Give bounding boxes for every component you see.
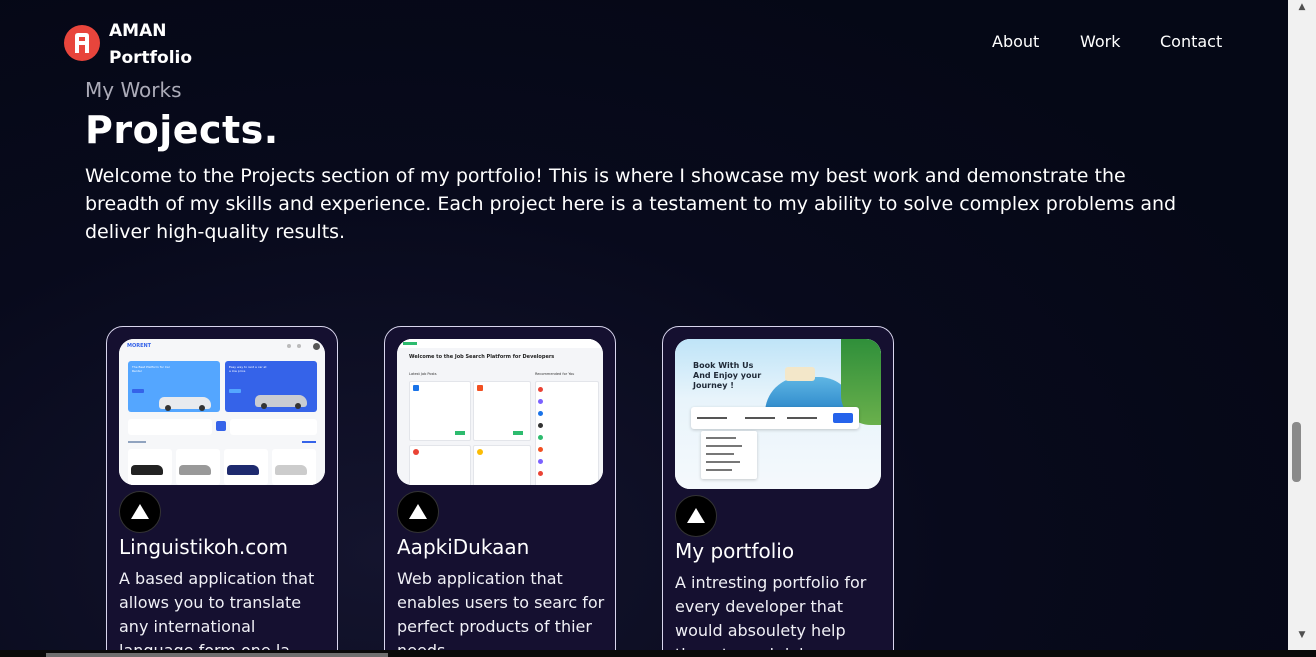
portfolio-page: AMAN Portfolio About Work Contact My Wor… (0, 0, 1288, 650)
project-title: AapkiDukaan (397, 535, 530, 559)
thumb-brand: MORENT (127, 343, 152, 349)
section-subtitle: My Works (85, 78, 182, 100)
nav-link-about[interactable]: About (992, 32, 1039, 51)
project-title: My portfolio (675, 539, 795, 563)
nav-link-contact[interactable]: Contact (1160, 32, 1222, 51)
project-thumbnail[interactable]: Welcome to the Job Search Platform for D… (397, 339, 603, 485)
thumb-right-label: Recommended for You (535, 372, 575, 376)
thumb-headline: Book With Us And Enjoy your Journey ! (693, 361, 762, 390)
github-triangle-icon[interactable] (119, 491, 161, 533)
logo-badge-icon[interactable] (64, 25, 100, 61)
github-triangle-icon[interactable] (397, 491, 439, 533)
horizontal-scrollbar-thumb[interactable] (46, 653, 388, 657)
project-thumbnail[interactable]: MORENT The Best Platform for Car Rental … (119, 339, 325, 485)
scrollbar-thumb[interactable] (1292, 422, 1301, 482)
project-title: Linguistikoh.com (119, 535, 288, 559)
scroll-up-arrow-icon[interactable]: ▲ (1288, 0, 1316, 14)
brand-line-1: AMAN (109, 21, 167, 41)
project-description: A based application that allows you to t… (119, 569, 315, 650)
nav-link-work[interactable]: Work (1080, 32, 1121, 51)
scroll-down-arrow-icon[interactable]: ▼ (1288, 628, 1316, 642)
thumb-heading: Welcome to the Job Search Platform for D… (409, 354, 555, 360)
project-card-linguistikoh[interactable]: MORENT The Best Platform for Car Rental … (106, 326, 338, 650)
section-intro: Welcome to the Projects section of my po… (85, 165, 1177, 243)
vertical-scrollbar[interactable]: ▲ ▼ (1288, 0, 1316, 650)
thumb-banner-1: The Best Platform for Car Rental (132, 365, 170, 373)
github-triangle-icon[interactable] (675, 495, 717, 537)
thumb-banner-2: Easy way to rent a car at a low price (229, 365, 267, 373)
section-title: Projects. (85, 108, 279, 152)
project-thumbnail[interactable]: Book With Us And Enjoy your Journey ! (675, 339, 881, 489)
brand-line-2: Portfolio (109, 48, 193, 68)
project-card-my-portfolio[interactable]: Book With Us And Enjoy your Journey ! My… (662, 326, 894, 650)
navbar: AMAN Portfolio About Work Contact (0, 0, 1288, 84)
project-description: A intresting portfolio for every develop… (675, 573, 867, 650)
thumb-left-label: Latest Job Posts (409, 372, 437, 376)
project-card-aapkidukaan[interactable]: Welcome to the Job Search Platform for D… (384, 326, 616, 650)
project-description: Web application that enables users to se… (397, 569, 605, 650)
brand-name[interactable]: AMAN Portfolio (109, 18, 192, 72)
